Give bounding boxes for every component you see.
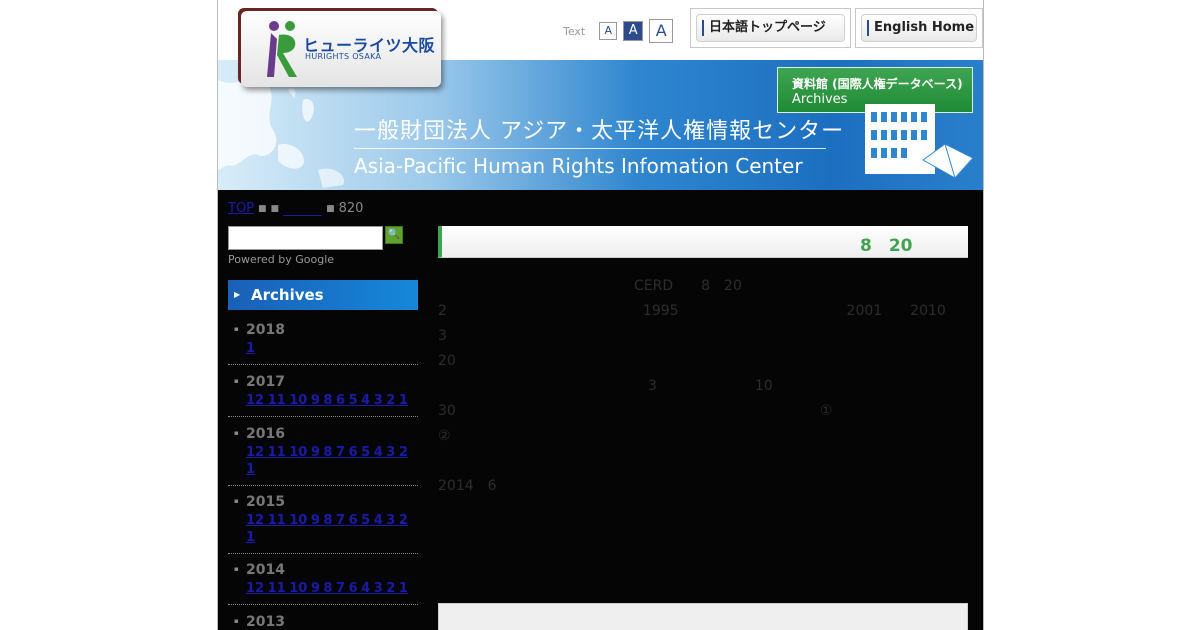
bullet-icon: ▪ [234,617,239,625]
powered-by-google: Powered by Google [228,253,335,266]
bullet-icon: ▪ [234,429,239,437]
article-body: CERD 8 20 2 1995 2001 2010 3 20 3 10 30 … [438,274,983,499]
search-button[interactable]: 🔍 [385,226,403,244]
bullet-icon: ▪ [234,325,239,333]
breadcrumb-separator-icon: ■ [270,203,280,214]
breadcrumb-separator-icon: ■ [326,203,335,214]
archives-badge-english: Archives [792,92,848,107]
archives-badge-japanese: 資料館 (国際人権データベース) [792,77,963,91]
archive-year-label: 2015 [246,494,285,510]
text-size-small-button[interactable]: A [599,22,618,40]
text-size-medium-button[interactable]: A [623,21,644,41]
hurights-logo-icon [267,21,297,77]
banner-title-japanese: 一般財団法人 アジア・太平洋人権情報センター [354,119,845,144]
article-subheading [446,610,596,630]
archive-month-links[interactable]: 12 11 10 9 8 7 6 5 4 3 2 1 [246,445,408,477]
archive-year-label: 2013 [246,614,285,630]
archive-year: ▪ 2014 12 11 10 9 8 7 6 4 3 2 1 [228,558,418,605]
archive-year: ▪ 2016 12 11 10 9 8 7 6 5 4 3 2 1 [228,422,418,486]
archive-year-label: 2017 [246,374,285,390]
archive-year-label: 2018 [246,322,285,338]
archive-month-links[interactable]: 12 11 10 9 8 6 5 4 3 2 1 [246,393,408,408]
archive-year-label: 2016 [246,426,285,442]
bullet-icon: ▪ [234,565,239,573]
archives-heading: ▶ Archives [228,280,418,310]
archive-month-links[interactable]: 12 11 10 9 8 7 6 5 4 3 2 1 [246,513,408,545]
english-home-label: English Home [861,14,977,42]
page: Text A A A 日本語トップページ English Home ヒューライツ… [217,0,984,630]
breadcrumb-category-link[interactable] [283,199,322,218]
article-subheading-bar [438,603,968,630]
english-home-button[interactable]: English Home [855,8,983,48]
archive-month-links[interactable]: 12 11 10 9 8 7 6 4 3 2 1 [246,581,408,596]
archive-year: ▪ 2018 1 [228,318,418,365]
site-logo[interactable]: ヒューライツ大阪 HURIGHTS OSAKA [241,11,441,87]
text-size-control: Text A A A [563,19,674,43]
search-input[interactable] [228,226,383,250]
japanese-top-label: 日本語トップページ [696,14,845,42]
text-size-large-button[interactable]: A [649,19,674,43]
breadcrumb-top-link[interactable]: TOP [228,201,254,216]
article-paragraph: 3 10 30 ① ② [438,378,983,444]
breadcrumb-separator-icon: ■ [258,203,267,214]
archive-year: ▪ 2015 12 11 10 9 8 7 6 5 4 3 2 1 [228,490,418,554]
archive-month-links[interactable]: 1 [246,341,255,356]
archive-year: ▪ 2017 12 11 10 9 8 6 5 4 3 2 1 [228,370,418,417]
triangle-icon: ▶ [234,290,241,299]
banner-title-english: Asia-Pacific Human Rights Infomation Cen… [354,154,803,178]
building-book-icon [865,104,974,179]
article-title: 8 20 [452,236,947,256]
archives-heading-label: Archives [251,286,324,304]
article-paragraph: 2014 6 [438,478,497,494]
japanese-top-button[interactable]: 日本語トップページ [690,8,851,48]
breadcrumb-current: 820 [338,201,364,216]
banner-divider [354,148,826,149]
bullet-icon: ▪ [234,497,239,505]
breadcrumb: TOP ■ ■ ■ 820 [228,199,363,218]
text-size-label: Text [563,24,586,38]
logo-english-text: HURIGHTS OSAKA [305,52,382,61]
article-title-bar: 8 20 [438,226,968,258]
bullet-icon: ▪ [234,377,239,385]
article-paragraph: CERD 8 20 2 1995 2001 2010 3 20 [438,278,983,369]
archive-year: ▪ 2013 [228,610,418,630]
archive-year-label: 2014 [246,562,285,578]
